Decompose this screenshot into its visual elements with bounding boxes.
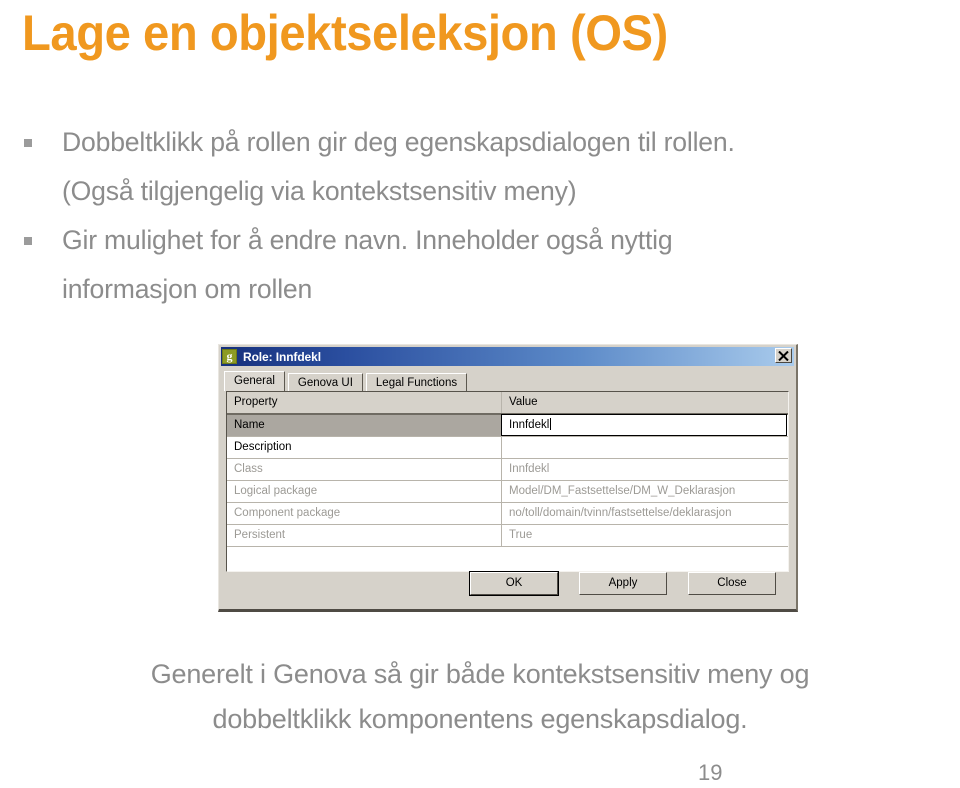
page-number: 19 — [698, 760, 723, 785]
bullet-list: Dobbeltklikk på rollen gir deg egenskaps… — [0, 118, 950, 314]
property-label-persistent: Persistent — [227, 525, 502, 546]
property-label-logical-package: Logical package — [227, 481, 502, 502]
description-input[interactable] — [502, 437, 788, 458]
apply-button[interactable]: Apply — [579, 572, 667, 595]
ok-button[interactable]: OK — [469, 571, 559, 596]
table-row: Component package no/toll/domain/tvinn/f… — [227, 503, 788, 525]
caption-line-2: dobbeltklikk komponentens egenskapsdialo… — [212, 704, 748, 734]
role-properties-dialog: g Role: Innfdekl General Genova UI Legal… — [218, 344, 798, 612]
genova-app-icon: g — [222, 349, 237, 364]
dialog-title: Role: Innfdekl — [243, 349, 321, 364]
bullet-line-secondary: (Også tilgjengelig via kontekstsensitiv … — [62, 176, 577, 206]
dialog-titlebar: g Role: Innfdekl — [221, 347, 794, 366]
name-input-value: Innfdekl — [509, 419, 550, 431]
bullet-line-primary: Gir mulighet for å endre navn. Inneholde… — [62, 225, 673, 255]
list-item: Dobbeltklikk på rollen gir deg egenskaps… — [0, 118, 950, 216]
name-input[interactable]: Innfdekl — [501, 414, 787, 436]
tab-genova-ui[interactable]: Genova UI — [287, 373, 363, 391]
slide-caption: Generelt i Genova så gir både kontekstse… — [0, 652, 960, 742]
bullet-line-secondary: informasjon om rollen — [62, 274, 313, 304]
property-grid: Property Value Name Innfdekl Description… — [226, 391, 789, 572]
property-label-name: Name — [227, 415, 502, 436]
table-row: Logical package Model/DM_Fastsettelse/DM… — [227, 481, 788, 503]
logical-package-value: Model/DM_Fastsettelse/DM_W_Deklarasjon — [509, 485, 736, 497]
column-header-property: Property — [227, 392, 502, 413]
property-label-class: Class — [227, 459, 502, 480]
grid-header-row: Property Value — [227, 392, 788, 415]
persistent-value: True — [509, 529, 533, 541]
caption-line-1: Generelt i Genova så gir både kontekstse… — [150, 659, 810, 689]
table-row[interactable]: Name Innfdekl — [227, 414, 788, 437]
property-label-description: Description — [227, 437, 502, 458]
dialog-tabstrip: General Genova UI Legal Functions — [224, 370, 796, 391]
square-bullet-icon — [24, 139, 32, 147]
component-package-value: no/toll/domain/tvinn/fastsettelse/deklar… — [509, 507, 732, 519]
table-row[interactable]: Description — [227, 437, 788, 459]
tab-general[interactable]: General — [224, 371, 285, 391]
bullet-line-primary: Dobbeltklikk på rollen gir deg egenskaps… — [62, 127, 735, 157]
close-button[interactable]: Close — [688, 572, 776, 595]
table-row: Class Innfdekl — [227, 459, 788, 481]
page-title: Lage en objektseleksjon (OS) — [22, 5, 668, 61]
square-bullet-icon — [24, 237, 32, 245]
close-icon[interactable] — [775, 348, 792, 363]
property-label-component-package: Component package — [227, 503, 502, 524]
table-row: Persistent True — [227, 525, 788, 547]
text-cursor — [550, 418, 552, 430]
list-item: Gir mulighet for å endre navn. Inneholde… — [0, 216, 950, 314]
tab-legal-functions[interactable]: Legal Functions — [365, 373, 468, 391]
column-header-value: Value — [509, 396, 538, 408]
class-value: Innfdekl — [509, 463, 550, 475]
dialog-button-bar: OK Apply Close — [219, 571, 796, 596]
